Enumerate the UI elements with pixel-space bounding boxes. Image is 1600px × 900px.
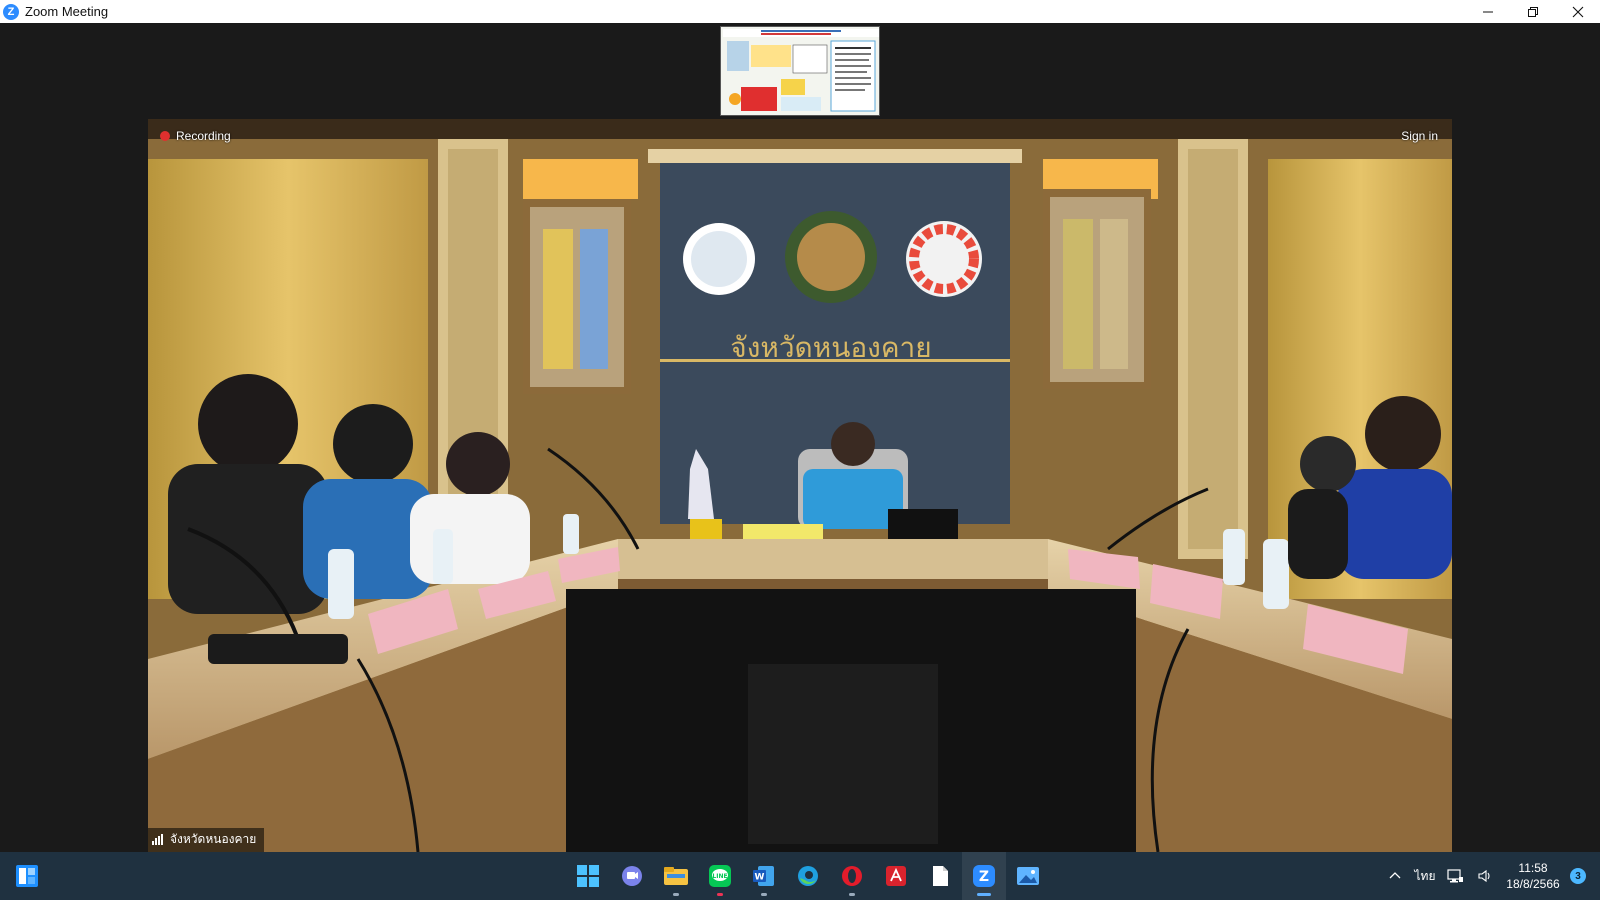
file-explorer-button[interactable]: [654, 852, 698, 900]
edge-button[interactable]: [786, 852, 830, 900]
notification-badge[interactable]: 3: [1570, 868, 1586, 884]
active-indicator: [977, 893, 991, 896]
edge-icon: [798, 866, 818, 886]
minimize-button[interactable]: [1465, 0, 1510, 23]
thumbnail-image: [721, 27, 879, 115]
volume-button[interactable]: [1470, 852, 1500, 900]
windows-icon: [577, 865, 599, 887]
acrobat-button[interactable]: [874, 852, 918, 900]
main-video[interactable]: จังหวัดหนองคาย Recording Sign in จังหวัด…: [148, 119, 1452, 852]
line-button[interactable]: LINE: [698, 852, 742, 900]
svg-text:LINE: LINE: [712, 873, 727, 880]
teams-chat-button[interactable]: [610, 852, 654, 900]
word-button[interactable]: W: [742, 852, 786, 900]
running-indicator: [673, 893, 679, 896]
clock-time: 11:58: [1518, 861, 1548, 875]
acrobat-icon: [886, 866, 906, 886]
window-title: Zoom Meeting: [25, 4, 109, 19]
zoom-button[interactable]: Z: [962, 852, 1006, 900]
window-controls: [1465, 0, 1600, 23]
meeting-area: จังหวัดหนองคาย Recording Sign in จังหวัด…: [0, 23, 1600, 852]
clock-date: 18/8/2566: [1506, 877, 1560, 891]
close-button[interactable]: [1555, 0, 1600, 23]
meeting-room-scene: จังหวัดหนองคาย: [148, 119, 1452, 852]
photos-icon: [1017, 867, 1039, 885]
zoom-icon: Z: [973, 865, 995, 887]
title-bar: Z Zoom Meeting: [0, 0, 1600, 23]
running-indicator: [849, 893, 855, 896]
close-icon: [1572, 6, 1583, 17]
network-icon: [1447, 869, 1463, 883]
taskbar-apps: LINE W Z: [566, 852, 1050, 900]
photos-button[interactable]: [1006, 852, 1050, 900]
widgets-icon: [16, 865, 38, 887]
word-icon: W: [753, 866, 774, 886]
recording-label: Recording: [176, 129, 231, 143]
participant-name-tag: จังหวัดหนองคาย: [148, 828, 265, 852]
notepad-button[interactable]: [918, 852, 962, 900]
clock[interactable]: 11:58 18/8/2566: [1500, 860, 1566, 892]
start-button[interactable]: [566, 852, 610, 900]
restore-button[interactable]: [1510, 0, 1555, 23]
shared-content-thumbnail[interactable]: [720, 26, 880, 116]
taskbar: LINE W Z ไทย 11:58 18/8/2566 3: [0, 852, 1600, 900]
network-button[interactable]: [1440, 852, 1470, 900]
notepad-icon: [933, 866, 948, 886]
running-indicator: [717, 893, 723, 896]
speaker-icon: [1478, 869, 1490, 883]
widgets-button[interactable]: [15, 864, 39, 888]
opera-button[interactable]: [830, 852, 874, 900]
svg-text:W: W: [755, 873, 765, 883]
opera-icon: [842, 866, 862, 886]
recording-indicator[interactable]: Recording: [160, 129, 231, 143]
minimize-icon: [1482, 11, 1493, 12]
file-explorer-icon: [664, 867, 688, 885]
chevron-up-icon: [1389, 872, 1401, 879]
restore-icon: [1527, 6, 1538, 17]
teams-chat-icon: [622, 866, 642, 886]
show-hidden-icons-button[interactable]: [1380, 852, 1410, 900]
system-tray: ไทย 11:58 18/8/2566 3: [1380, 852, 1600, 900]
zoom-icon: Z: [3, 3, 19, 20]
running-indicator: [761, 893, 767, 896]
sign-in-link[interactable]: Sign in: [1401, 129, 1438, 143]
signal-strength-icon: [152, 834, 164, 845]
svg-text:Z: Z: [979, 869, 989, 885]
recording-dot-icon: [160, 131, 170, 141]
language-indicator[interactable]: ไทย: [1410, 852, 1440, 900]
line-icon: LINE: [709, 865, 731, 887]
participant-name: จังหวัดหนองคาย: [170, 832, 257, 846]
